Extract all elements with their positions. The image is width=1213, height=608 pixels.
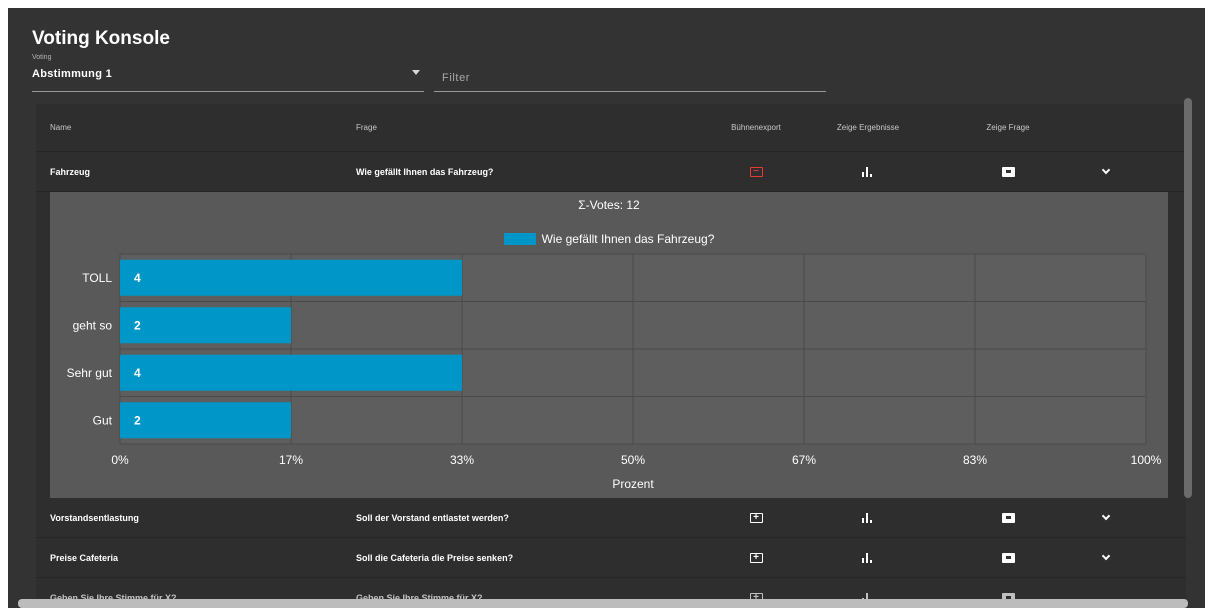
show-results-button[interactable] [812, 152, 924, 191]
bar-chart-icon [862, 166, 874, 177]
expand-button[interactable] [1086, 152, 1126, 191]
bar [120, 307, 291, 344]
bar [120, 259, 462, 296]
show-results-button[interactable] [812, 498, 924, 537]
x-tick-label: 0% [111, 453, 129, 467]
stage-export-button[interactable]: + [715, 538, 797, 577]
column-header-export[interactable]: Bühnenexport [715, 104, 797, 151]
row-frage: Wie gefällt Ihnen das Fahrzeug? [356, 166, 494, 177]
voting-select-value: Abstimmung 1 [32, 68, 112, 80]
show-question-button[interactable] [956, 152, 1060, 191]
table-row[interactable]: Fahrzeug Wie gefällt Ihnen das Fahrzeug?… [36, 152, 1186, 192]
row-frage: Soll die Cafeteria die Preise senken? [356, 552, 514, 563]
stage-export-button[interactable]: + [715, 498, 797, 537]
expand-button[interactable] [1086, 498, 1126, 537]
bar [120, 402, 291, 439]
voting-console-window: Voting Konsole Voting Abstimmung 1 Name … [8, 8, 1205, 608]
bar [120, 354, 462, 391]
x-tick-label: 83% [963, 453, 987, 467]
x-axis-title: Prozent [612, 477, 654, 491]
show-question-button[interactable] [956, 498, 1060, 537]
vertical-scrollbar[interactable] [1184, 98, 1192, 498]
filter-input[interactable] [434, 64, 826, 91]
stage-export-button[interactable]: − [715, 152, 797, 191]
chevron-down-icon [1101, 551, 1111, 560]
bar-value-label: 4 [134, 271, 141, 285]
row-name: Preise Cafeteria [50, 552, 119, 563]
category-label: Sehr gut [67, 366, 113, 380]
bar-value-label: 4 [134, 366, 141, 380]
voting-select[interactable]: Voting Abstimmung 1 [32, 52, 424, 92]
voting-select-label: Voting [32, 54, 52, 61]
category-label: TOLL [82, 271, 112, 285]
x-tick-label: 17% [279, 453, 303, 467]
present-icon: − [749, 166, 763, 177]
bar-chart-icon [862, 552, 874, 563]
x-tick-label: 100% [1131, 453, 1162, 467]
chevron-down-icon [1101, 511, 1111, 520]
dropdown-arrow-icon[interactable] [412, 70, 420, 75]
results-chart-panel: Σ-Votes: 12 Wie gefällt Ihnen das Fahrze… [50, 192, 1168, 498]
chevron-down-icon [1101, 165, 1111, 174]
bar-chart: 0% 17% 33% 50% 67% 83% 100% 4 TOLL 2 geht so 4 Sehr … [67, 253, 1162, 491]
x-tick-label: 67% [792, 453, 816, 467]
show-results-button[interactable] [812, 538, 924, 577]
screen-share-icon [1001, 512, 1015, 523]
column-header-frage[interactable]: Frage [356, 104, 377, 151]
expand-button[interactable] [1086, 538, 1126, 577]
x-tick-label: 33% [450, 453, 474, 467]
row-name: Vorstandsentlastung [50, 512, 139, 523]
row-name: Fahrzeug [50, 166, 91, 177]
present-icon: + [749, 512, 763, 523]
show-question-button[interactable] [956, 538, 1060, 577]
x-tick-label: 50% [621, 453, 645, 467]
screen-share-icon [1001, 166, 1015, 177]
category-label: Gut [93, 413, 113, 427]
column-header-name[interactable]: Name [50, 104, 71, 151]
bar-chart-icon [862, 512, 874, 523]
horizontal-scrollbar[interactable] [18, 599, 1188, 608]
filter-field[interactable] [434, 64, 826, 92]
page-title: Voting Konsole [32, 28, 170, 49]
column-header-ergebnisse[interactable]: Zeige Ergebnisse [812, 104, 924, 151]
category-label: geht so [73, 318, 113, 332]
row-frage: Soll der Vorstand entlastet werden? [356, 512, 509, 523]
present-icon: + [749, 552, 763, 563]
table-row[interactable]: Vorstandsentlastung Soll der Vorstand en… [36, 498, 1186, 538]
screen-share-icon [1001, 552, 1015, 563]
column-header-zeige-frage[interactable]: Zeige Frage [956, 104, 1060, 151]
bar-value-label: 2 [134, 318, 141, 332]
table-header-row: Name Frage Bühnenexport Zeige Ergebnisse… [36, 104, 1186, 152]
table-row[interactable]: Preise Cafeteria Soll die Cafeteria die … [36, 538, 1186, 578]
bar-value-label: 2 [134, 413, 141, 427]
voting-table: Name Frage Bühnenexport Zeige Ergebnisse… [36, 104, 1186, 604]
